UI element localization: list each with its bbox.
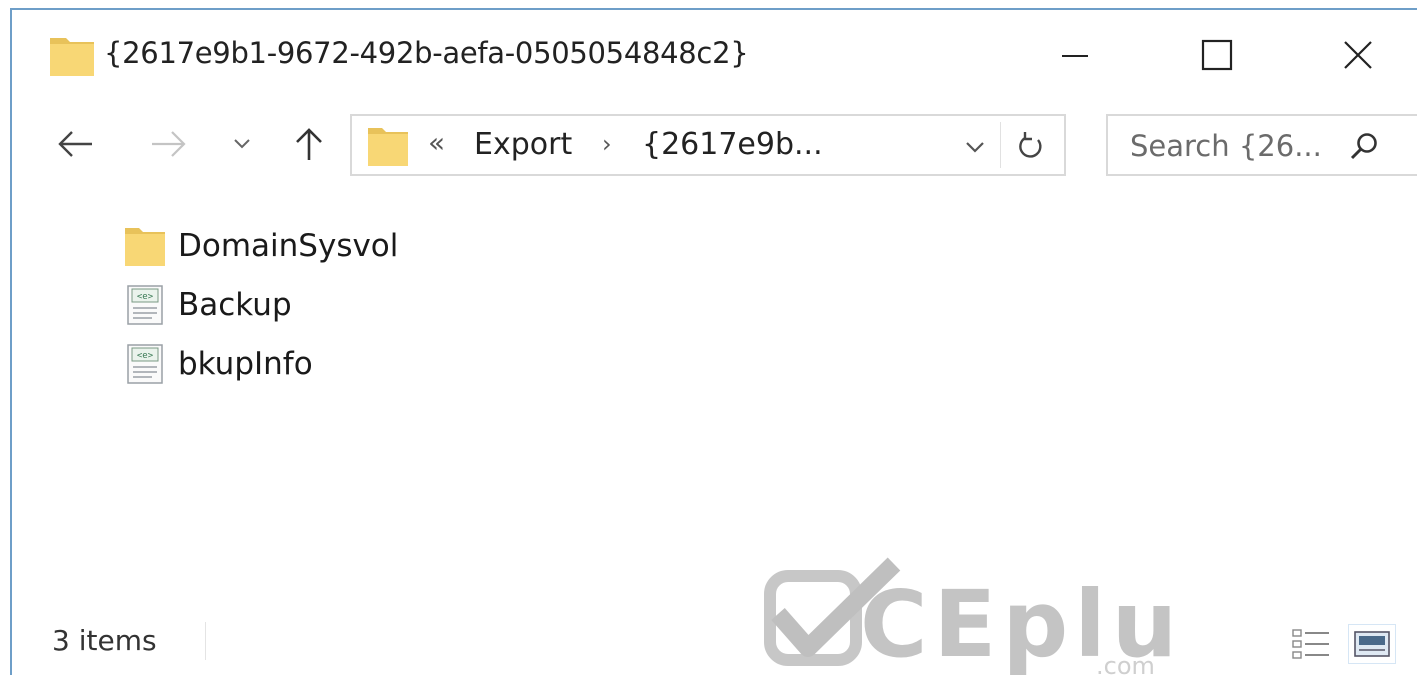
folder-icon	[48, 32, 96, 84]
maximize-icon	[1201, 39, 1233, 71]
svg-text:<e>: <e>	[137, 351, 154, 361]
recent-locations-button[interactable]	[226, 122, 258, 166]
arrow-right-icon	[152, 131, 186, 157]
large-icons-view-icon	[1354, 631, 1390, 657]
address-dropdown-button[interactable]	[960, 132, 990, 162]
up-button[interactable]	[288, 122, 330, 166]
maximize-button[interactable]	[1182, 30, 1252, 80]
minimize-button[interactable]	[1040, 30, 1110, 80]
xml-file-icon: <e>	[122, 341, 168, 387]
forward-button[interactable]	[144, 122, 192, 166]
search-input[interactable]	[1130, 126, 1340, 166]
file-explorer-window: {2617e9b1-9672-492b-aefa-0505054848c2} «…	[10, 8, 1417, 675]
breadcrumb-export[interactable]: Export	[474, 127, 572, 162]
list-item-domainsysvol[interactable]: DomainSysvol	[122, 216, 722, 275]
refresh-icon	[1019, 132, 1042, 158]
search-icon[interactable]	[1348, 130, 1380, 166]
refresh-button[interactable]	[1008, 128, 1054, 164]
list-item-bkupinfo[interactable]: <e> bkupInfo	[122, 334, 722, 393]
window-title: {2617e9b1-9672-492b-aefa-0505054848c2}	[104, 36, 749, 70]
address-divider	[1000, 122, 1001, 168]
close-icon	[1344, 41, 1372, 69]
file-name: Backup	[178, 286, 292, 323]
navigation-bar: « Export › {2617e9b...	[12, 110, 1417, 180]
breadcrumb-current[interactable]: {2617e9b...	[642, 127, 823, 162]
details-view-icon	[1292, 629, 1329, 659]
address-bar[interactable]: « Export › {2617e9b...	[350, 114, 1066, 176]
large-icons-view-button[interactable]	[1348, 624, 1396, 664]
xml-file-icon: <e>	[122, 282, 168, 328]
back-button[interactable]	[52, 122, 100, 166]
file-name: bkupInfo	[178, 345, 313, 382]
details-view-button[interactable]	[1288, 624, 1334, 664]
chevron-down-icon	[966, 142, 984, 153]
arrow-up-icon	[296, 128, 322, 160]
status-divider	[205, 622, 206, 660]
item-count: 3 items	[52, 624, 157, 657]
breadcrumb-overflow-button[interactable]: «	[428, 126, 445, 159]
search-box[interactable]	[1106, 114, 1417, 176]
minimize-icon	[1062, 55, 1088, 57]
chevron-down-icon	[234, 139, 250, 149]
folder-icon	[122, 223, 168, 269]
svg-text:<e>: <e>	[137, 292, 154, 302]
title-bar[interactable]: {2617e9b1-9672-492b-aefa-0505054848c2}	[12, 10, 1417, 102]
file-name: DomainSysvol	[178, 227, 399, 264]
list-item-backup[interactable]: <e> Backup	[122, 275, 722, 334]
close-button[interactable]	[1323, 30, 1393, 80]
folder-icon	[366, 124, 410, 172]
status-bar: 3 items	[12, 606, 1417, 676]
arrow-left-icon	[58, 131, 92, 157]
file-list: DomainSysvol <e> Backup <e> bkupInfo	[122, 216, 722, 393]
breadcrumb-separator[interactable]: ›	[602, 130, 612, 158]
